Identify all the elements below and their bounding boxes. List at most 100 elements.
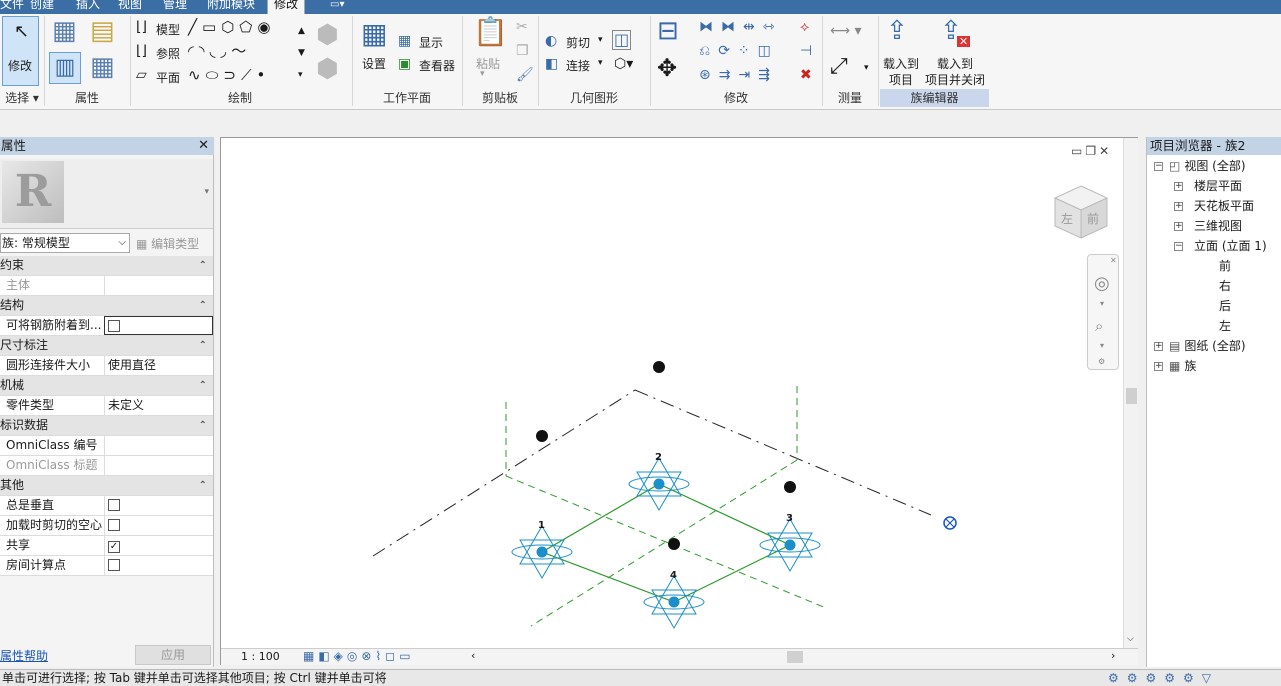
- edit-type-button[interactable]: ▦ 编辑类型: [136, 235, 199, 252]
- copy-clipboard-icon[interactable]: ❐: [516, 44, 529, 58]
- align-icon[interactable]: ⊟: [657, 18, 679, 44]
- status-bar-icons[interactable]: ⚙⚙⚙⚙⚙▽: [1108, 670, 1219, 686]
- property-checkbox[interactable]: [108, 320, 120, 332]
- browser-item[interactable]: 后: [1219, 297, 1231, 315]
- reference-line-icon[interactable]: ⌊⌋: [136, 44, 147, 58]
- scroll-right-icon[interactable]: ›: [1111, 649, 1115, 662]
- model-line-icon[interactable]: ⌊⌋: [136, 20, 147, 34]
- show-work-plane-icon[interactable]: ▦: [398, 34, 411, 48]
- aligned-dimension-icon[interactable]: ⤢: [830, 56, 848, 78]
- load-and-close-label-2[interactable]: 项目并关闭: [925, 71, 985, 88]
- properties-help-link[interactable]: 属性帮助: [0, 647, 48, 664]
- browser-item[interactable]: ▦ 族: [1169, 357, 1196, 375]
- collapse-icon[interactable]: ⌃: [199, 296, 207, 315]
- draw-shapes-row1-icon[interactable]: ╱▭⬡⬠◉: [188, 20, 275, 35]
- join-geometry-label[interactable]: 连接: [566, 57, 590, 74]
- browser-item[interactable]: 楼层平面: [1194, 177, 1242, 195]
- property-value-cell[interactable]: [104, 556, 213, 575]
- browser-item[interactable]: 三维视图: [1194, 217, 1242, 235]
- match-properties-icon[interactable]: 🖌: [516, 68, 534, 82]
- collapse-icon[interactable]: ⌃: [199, 476, 207, 495]
- type-dropdown-icon[interactable]: ▾: [204, 187, 209, 197]
- property-group-header[interactable]: 尺寸标注 ⌃: [0, 336, 213, 356]
- collapse-icon[interactable]: ⌃: [199, 256, 207, 275]
- load-into-project-label-2[interactable]: 项目: [889, 71, 913, 88]
- modify-tools-row2-icon[interactable]: ⎌⟳⁘◫: [699, 44, 779, 58]
- collapse-icon[interactable]: ⌃: [199, 376, 207, 395]
- type-preview[interactable]: R ▾: [0, 159, 213, 229]
- collapse-icon[interactable]: ⌃: [199, 336, 207, 355]
- pick-lines-icon[interactable]: ⬢: [316, 22, 339, 48]
- property-value-cell[interactable]: [104, 496, 213, 515]
- draw-model-label[interactable]: 模型: [156, 21, 180, 38]
- property-value-cell[interactable]: [104, 436, 213, 455]
- tab-create[interactable]: 创建: [30, 0, 54, 14]
- property-checkbox[interactable]: [108, 559, 120, 571]
- browser-item[interactable]: ◰ 视图 (全部): [1169, 157, 1246, 175]
- property-group-header[interactable]: 标识数据 ⌃: [0, 416, 213, 436]
- browser-item[interactable]: 天花板平面: [1194, 197, 1254, 215]
- vertical-scrollbar[interactable]: ⌵: [1123, 138, 1138, 648]
- property-value-cell[interactable]: [104, 316, 213, 335]
- cut-geometry-label[interactable]: 剪切: [566, 34, 590, 51]
- split-face-icon[interactable]: ◫: [612, 30, 632, 50]
- tree-expand-icon[interactable]: +: [1174, 182, 1183, 191]
- property-value-cell[interactable]: ✓: [104, 536, 213, 555]
- property-value-cell[interactable]: [104, 456, 213, 475]
- delete-icon[interactable]: ✖: [800, 68, 812, 82]
- property-value-cell[interactable]: 未定义: [104, 396, 213, 415]
- pin-icon[interactable]: ⊣: [800, 44, 812, 58]
- select-panel-label[interactable]: 选择 ▾: [0, 90, 44, 107]
- browser-item[interactable]: ▤ 图纸 (全部): [1169, 337, 1246, 355]
- viewer-label[interactable]: 查看器: [419, 57, 455, 74]
- paste-icon[interactable]: 📋: [473, 18, 508, 46]
- set-work-plane-label[interactable]: 设置: [362, 55, 386, 72]
- plane-icon[interactable]: ▱: [136, 68, 147, 82]
- draw-plane-label[interactable]: 平面: [156, 69, 180, 86]
- set-work-plane-icon[interactable]: ▦: [361, 20, 387, 48]
- tree-expand-icon[interactable]: +: [1154, 362, 1163, 371]
- tree-expand-icon[interactable]: −: [1174, 242, 1183, 251]
- draw-curves-row3-icon[interactable]: ∿⬭⊃⟋•: [188, 68, 270, 83]
- property-checkbox[interactable]: [108, 499, 120, 511]
- paste-dropdown-icon[interactable]: ▾: [480, 70, 485, 79]
- tab-addins[interactable]: 附加模块: [207, 0, 255, 14]
- draw-arcs-row2-icon[interactable]: ◜◝◟◞〜: [188, 44, 251, 59]
- draw-gallery-scroll-icon[interactable]: ▲ ▼ ▾: [298, 20, 305, 86]
- properties-icon[interactable]: ▥: [49, 52, 81, 84]
- tab-insert[interactable]: 插入: [76, 0, 100, 14]
- modify-tool-button[interactable]: ↖ 修改: [2, 16, 39, 86]
- horizontal-scroll-thumb[interactable]: [787, 651, 803, 663]
- drawing-area[interactable]: ▭❐✕ 左 前 ✕ ◎ ▾ ⌕ ▾ ⚙ 1 2 3 4 ⌵ 1: 100 ▦◧…: [220, 137, 1138, 665]
- pick-faces-icon[interactable]: ⬢: [316, 56, 339, 82]
- tab-manage[interactable]: 管理: [163, 0, 187, 14]
- type-selector[interactable]: 族: 常规模型 ⌵: [0, 233, 130, 253]
- dimension-dropdown-icon[interactable]: ▾: [864, 64, 869, 73]
- viewer-icon[interactable]: ▣: [398, 57, 411, 71]
- cut-geometry-icon[interactable]: ◐: [545, 34, 557, 48]
- close-icon[interactable]: ✕: [198, 137, 209, 155]
- family-category-icon[interactable]: ▦: [52, 18, 77, 44]
- modify-tools-row1-icon[interactable]: ⧓⧓⇹⇿: [699, 20, 782, 34]
- tree-expand-icon[interactable]: −: [1154, 162, 1163, 171]
- browser-item[interactable]: 左: [1219, 317, 1231, 335]
- cut-dropdown-icon[interactable]: ▾: [598, 36, 603, 45]
- quick-access-dropdown[interactable]: ▭▾: [330, 0, 344, 14]
- paint-icon[interactable]: ⬡▾: [614, 57, 633, 71]
- property-checkbox[interactable]: [108, 519, 120, 531]
- property-value-cell[interactable]: 使用直径: [104, 356, 213, 375]
- tab-modify[interactable]: 修改: [267, 0, 306, 14]
- browser-item[interactable]: 前: [1219, 257, 1231, 275]
- tree-expand-icon[interactable]: +: [1174, 202, 1183, 211]
- move-icon[interactable]: ✥: [657, 56, 677, 80]
- load-into-project-icon[interactable]: ⇪: [886, 18, 908, 44]
- type-properties-icon[interactable]: ▦: [90, 54, 115, 80]
- property-value-cell[interactable]: [104, 276, 213, 295]
- show-work-plane-label[interactable]: 显示: [419, 34, 443, 51]
- view-scale[interactable]: 1 : 100: [241, 650, 280, 663]
- join-dropdown-icon[interactable]: ▾: [598, 59, 603, 68]
- cut-clipboard-icon[interactable]: ✂: [516, 20, 528, 34]
- family-3d-drawing[interactable]: [221, 138, 1139, 648]
- browser-item[interactable]: 右: [1219, 277, 1231, 295]
- tab-view[interactable]: 视图: [118, 0, 142, 14]
